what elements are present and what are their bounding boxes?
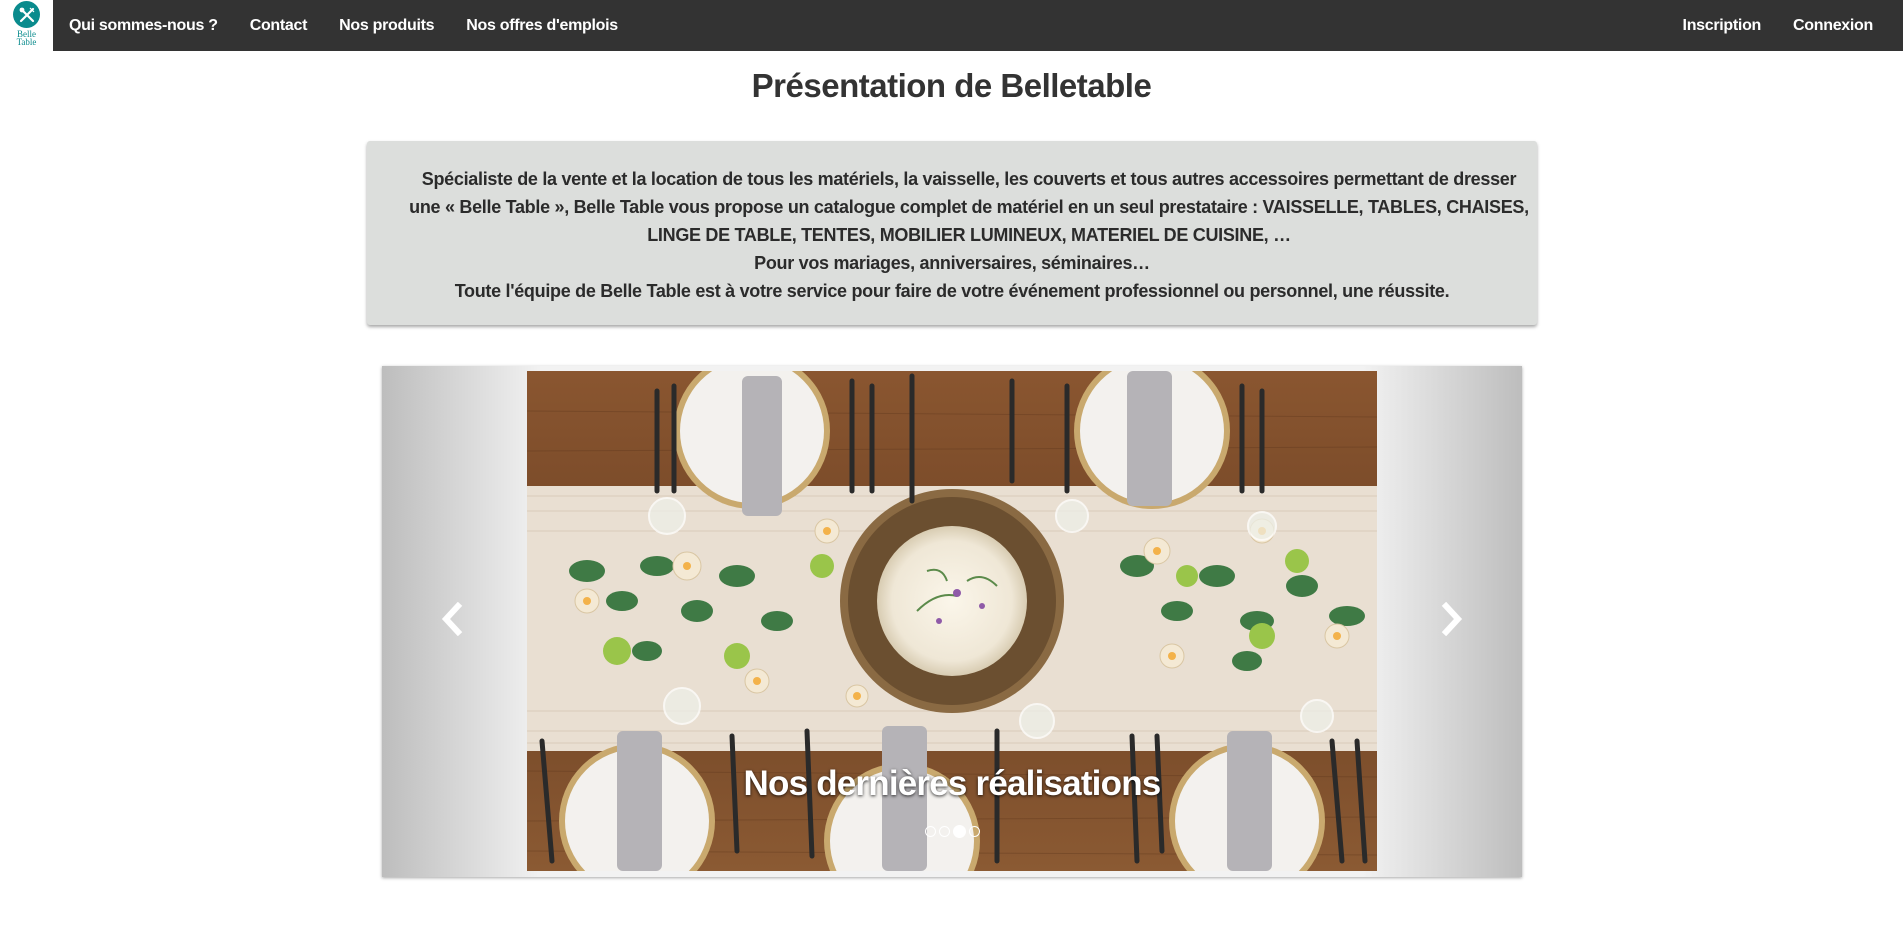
carousel-caption: Nos dernières réalisations	[743, 764, 1162, 803]
fork-knife-icon	[13, 1, 40, 28]
nav-link-inscription[interactable]: Inscription	[1667, 17, 1777, 35]
brand-name-line2: Table	[16, 37, 37, 47]
presentation-text-events: Pour vos mariages, anniversaires, sémina…	[754, 253, 1150, 273]
carousel: Nos dernières réalisations	[382, 366, 1522, 877]
carousel-indicators	[925, 825, 980, 838]
carousel-indicator-dot[interactable]	[925, 826, 936, 837]
nav-right: Inscription Connexion	[1667, 0, 1889, 51]
top-navbar: Belle Table Qui sommes-nous ? Contact No…	[0, 0, 1903, 51]
chevron-right-icon	[1441, 602, 1463, 636]
brand-logo[interactable]: Belle Table	[0, 0, 53, 51]
carousel-indicator-dot[interactable]	[953, 825, 966, 838]
presentation-text-team: Toute l'équipe de Belle Table est à votr…	[454, 281, 1450, 301]
nav-link-offres-emplois[interactable]: Nos offres d'emplois	[450, 17, 634, 35]
chevron-left-icon	[441, 602, 463, 636]
presentation-text-main: Spécialiste de la vente et la location d…	[409, 169, 1529, 245]
presentation-panel: Spécialiste de la vente et la location d…	[367, 141, 1537, 325]
carousel-next-button[interactable]	[1432, 599, 1472, 639]
nav-link-nos-produits[interactable]: Nos produits	[323, 17, 450, 35]
nav-link-contact[interactable]: Contact	[234, 17, 323, 35]
nav-link-connexion[interactable]: Connexion	[1777, 17, 1889, 35]
nav-left: Qui sommes-nous ? Contact Nos produits N…	[69, 0, 634, 51]
carousel-indicator-dot[interactable]	[969, 826, 980, 837]
carousel-indicator-dot[interactable]	[939, 826, 950, 837]
carousel-prev-button[interactable]	[432, 599, 472, 639]
page-title: Présentation de Belletable	[751, 67, 1152, 104]
nav-link-qui-sommes-nous[interactable]: Qui sommes-nous ?	[69, 17, 234, 35]
brand-name: Belle Table	[16, 30, 37, 47]
